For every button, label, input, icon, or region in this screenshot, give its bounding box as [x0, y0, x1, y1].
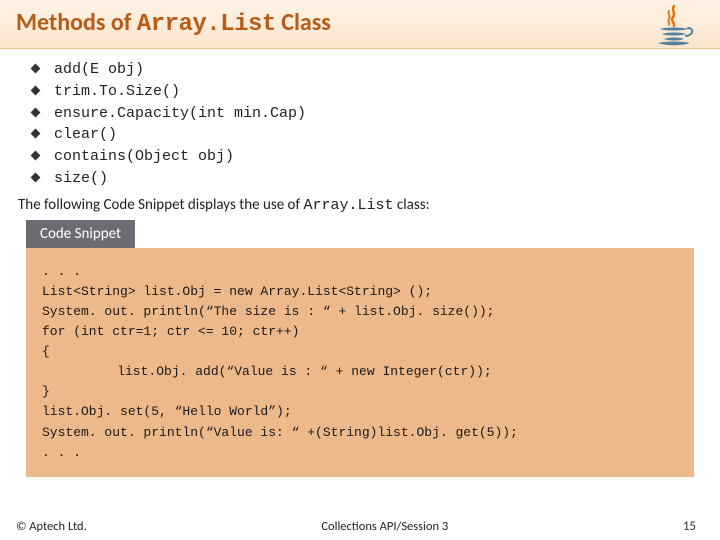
method-text: trim.To.Size() — [54, 83, 180, 100]
code-line: . . . — [42, 443, 678, 463]
slide-footer: © Aptech Ltd. Collections API/Session 3 … — [0, 519, 720, 534]
footer-center: Collections API/Session 3 — [321, 519, 448, 534]
method-text: add(E obj) — [54, 61, 144, 78]
intro-code: Array.List — [303, 197, 393, 214]
java-logo-icon — [646, 2, 702, 48]
code-line: for (int ctr=1; ctr <= 10; ctr++) — [42, 322, 678, 342]
slide-header: Methods of Array.List Class — [0, 0, 720, 49]
code-line: list.Obj. set(5, “Hello World”); — [42, 402, 678, 422]
intro-post: class: — [393, 196, 429, 214]
code-line: . . . — [42, 262, 678, 282]
code-line: { — [42, 342, 678, 362]
copyright-text: © Aptech Ltd. — [16, 519, 87, 534]
code-line: System. out. println(“Value is: “ +(Stri… — [42, 423, 678, 443]
method-text: contains(Object obj) — [54, 148, 234, 165]
code-line: list.Obj. add(“Value is : “ + new Intege… — [42, 362, 678, 382]
page-number: 15 — [683, 519, 704, 534]
method-text: size() — [54, 170, 108, 187]
code-line: List<String> list.Obj = new Array.List<S… — [42, 282, 678, 302]
method-text: clear() — [54, 126, 117, 143]
bullet-icon — [31, 172, 41, 182]
method-list: add(E obj) trim.To.Size() ensure.Capacit… — [18, 59, 702, 190]
list-item: size() — [18, 168, 702, 190]
bullet-icon — [31, 129, 41, 139]
list-item: clear() — [18, 124, 702, 146]
code-snippet-label: Code Snippet — [26, 220, 135, 248]
bullet-icon — [31, 64, 41, 74]
bullet-icon — [31, 151, 41, 161]
list-item: ensure.Capacity(int min.Cap) — [18, 103, 702, 125]
slide-content: add(E obj) trim.To.Size() ensure.Capacit… — [0, 49, 720, 477]
intro-pre: The following Code Snippet displays the … — [18, 196, 303, 214]
bullet-icon — [31, 107, 41, 117]
list-item: add(E obj) — [18, 59, 702, 81]
code-line: } — [42, 382, 678, 402]
intro-text: The following Code Snippet displays the … — [18, 196, 702, 214]
title-code: Array.List — [137, 11, 276, 38]
method-text: ensure.Capacity(int min.Cap) — [54, 105, 306, 122]
title-post: Class — [276, 8, 331, 37]
bullet-icon — [31, 85, 41, 95]
title-pre: Methods of — [16, 8, 137, 37]
slide-title: Methods of Array.List Class — [16, 8, 704, 38]
code-block: . . .List<String> list.Obj = new Array.L… — [26, 248, 694, 477]
code-line: System. out. println(“The size is : “ + … — [42, 302, 678, 322]
list-item: contains(Object obj) — [18, 146, 702, 168]
list-item: trim.To.Size() — [18, 81, 702, 103]
